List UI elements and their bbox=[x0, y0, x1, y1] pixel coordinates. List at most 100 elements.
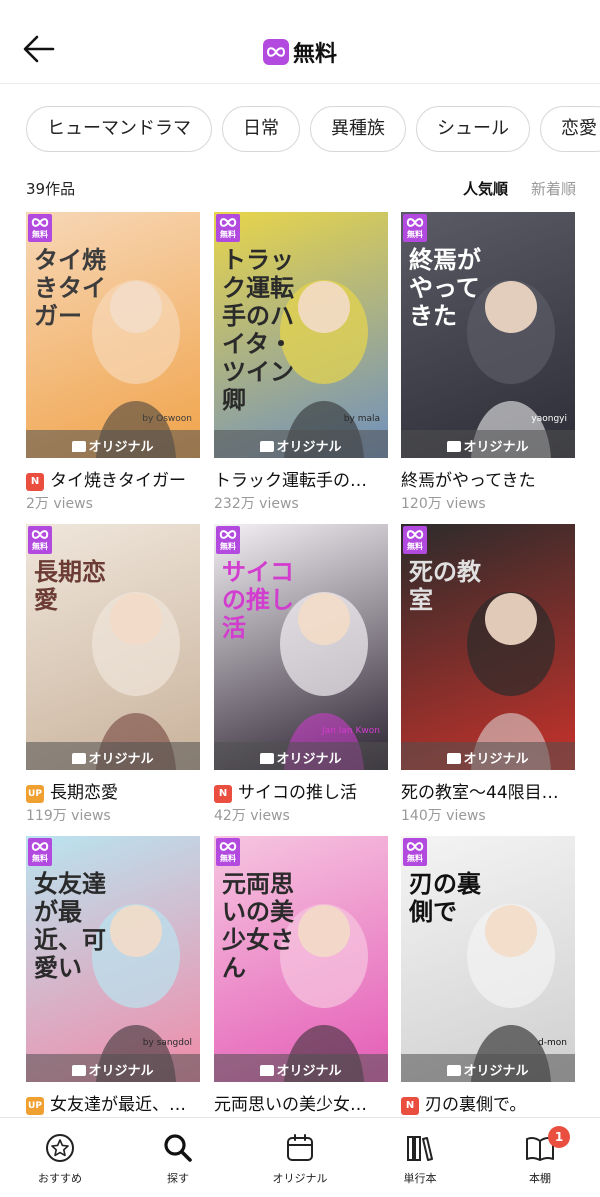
speech-bubble-icon bbox=[447, 1065, 462, 1076]
work-title[interactable]: N タイ焼きタイガー bbox=[26, 466, 212, 491]
nav-label: おすすめ bbox=[38, 1172, 82, 1185]
genre-chip-list[interactable]: ヒューマンドラマ 日常 異種族 シュール 恋愛 bbox=[26, 106, 600, 154]
work-title[interactable]: UP 長期恋愛 bbox=[26, 778, 212, 803]
cover-credit: by mala bbox=[343, 414, 380, 424]
cover-title-lettering: 死の教室 bbox=[409, 557, 481, 614]
infinity-icon bbox=[406, 218, 424, 227]
original-label-text: オリジナル bbox=[88, 752, 154, 767]
speech-bubble-icon bbox=[260, 1065, 275, 1076]
work-title[interactable]: N 刃の裏側で。 bbox=[401, 1090, 587, 1115]
work-title-text: 女友達が最近、… bbox=[50, 1095, 186, 1115]
work-cover[interactable]: 死の教室 無料 オリジナル bbox=[401, 524, 575, 770]
infinity-icon bbox=[31, 218, 49, 227]
original-bar: オリジナル bbox=[26, 1054, 200, 1082]
original-label-text: オリジナル bbox=[463, 1064, 529, 1079]
page-title-text: 無料 bbox=[292, 42, 337, 67]
cover-title-lettering: サイコの推し活 bbox=[222, 557, 294, 642]
original-bar: オリジナル bbox=[214, 742, 388, 770]
new-tag: N bbox=[26, 473, 44, 491]
work-title[interactable]: 死の教室～44限目… bbox=[401, 778, 587, 803]
work-cover[interactable]: 刃の裏側で d-mon 無料オリジナル bbox=[401, 836, 575, 1082]
original-bar: オリジナル bbox=[401, 1054, 575, 1082]
work-title[interactable]: トラック運転手の… bbox=[214, 466, 400, 491]
free-badge: 無料 bbox=[403, 838, 427, 866]
free-badge-label: 無料 bbox=[220, 230, 236, 239]
original-bar: オリジナル bbox=[26, 742, 200, 770]
free-badge: 無料 bbox=[216, 214, 240, 242]
infinity-icon bbox=[219, 842, 237, 851]
cover-title-lettering: タイ焼きタイガー bbox=[34, 245, 106, 330]
infinity-icon bbox=[219, 218, 237, 227]
infinity-icon bbox=[31, 842, 49, 851]
nav-item-recommend[interactable]: おすすめ bbox=[10, 1132, 110, 1186]
speech-bubble-icon bbox=[72, 1065, 87, 1076]
free-badge: 無料 bbox=[28, 214, 52, 242]
cover-title-lettering: 長期恋愛 bbox=[34, 557, 106, 614]
work-title-text: サイコの推し活 bbox=[238, 783, 357, 803]
speech-bubble-icon bbox=[260, 753, 275, 764]
cover-credit: yaongyi bbox=[531, 414, 567, 424]
original-label-text: オリジナル bbox=[463, 752, 529, 767]
work-cover[interactable]: 長期恋愛 無料オリジナル bbox=[26, 524, 200, 770]
work-title-text: 長期恋愛 bbox=[50, 783, 118, 803]
star-badge-icon bbox=[46, 1134, 74, 1162]
nav-label: オリジナル bbox=[272, 1172, 328, 1185]
original-label-text: オリジナル bbox=[88, 440, 154, 455]
free-badge-label: 無料 bbox=[220, 542, 236, 551]
work-title[interactable]: UP 女友達が最近、… bbox=[26, 1090, 212, 1115]
work-title[interactable]: 元両思いの美少女… bbox=[214, 1090, 400, 1115]
original-label: オリジナル bbox=[401, 436, 575, 455]
cover-title-lettering: 刃の裏側で bbox=[409, 869, 481, 926]
work-cover[interactable]: 終焉がやってきた yaongyi 無料オリジナル bbox=[401, 212, 575, 458]
nav-item-volumes[interactable]: 単行本 bbox=[370, 1132, 470, 1186]
nav-label: 本棚 bbox=[529, 1172, 551, 1185]
genre-chip[interactable]: シュール bbox=[416, 106, 530, 152]
update-tag: UP bbox=[26, 785, 44, 803]
work-views: 120万 views bbox=[401, 496, 486, 512]
free-badge: 無料 bbox=[28, 526, 52, 554]
work-title[interactable]: N サイコの推し活 bbox=[214, 778, 400, 803]
genre-chip[interactable]: 恋愛 bbox=[540, 106, 600, 152]
work-title[interactable]: 終焉がやってきた bbox=[401, 466, 587, 491]
work-cover[interactable]: トラック運転手のハイタ・ツイン卿 by mala 無料 オリジナル bbox=[214, 212, 388, 458]
speech-bubble-icon bbox=[447, 441, 462, 452]
work-title-text: 元両思いの美少女… bbox=[214, 1095, 367, 1115]
work-title-text: 終焉がやってきた bbox=[401, 471, 536, 491]
infinity-icon bbox=[31, 530, 49, 539]
nav-item-bookshelf[interactable]: 1 本棚 bbox=[490, 1126, 590, 1186]
notification-badge: 1 bbox=[548, 1126, 570, 1148]
free-badge-label: 無料 bbox=[32, 230, 48, 239]
original-label: オリジナル bbox=[26, 1060, 200, 1079]
nav-item-search[interactable]: 探す bbox=[128, 1132, 228, 1186]
work-cover[interactable]: タイ焼きタイガー by Oswoon 無料 オリジナル bbox=[26, 212, 200, 458]
genre-chip[interactable]: 日常 bbox=[222, 106, 300, 152]
cover-credit: d-mon bbox=[538, 1038, 567, 1048]
original-bar: オリジナル bbox=[401, 742, 575, 770]
original-label-text: オリジナル bbox=[276, 440, 342, 455]
cover-credit: Jan Ian Kwon bbox=[322, 726, 380, 736]
update-tag: UP bbox=[26, 1097, 44, 1115]
new-tag: N bbox=[401, 1097, 419, 1115]
nav-item-original[interactable]: オリジナル bbox=[250, 1132, 350, 1186]
speech-bubble-icon bbox=[72, 753, 87, 764]
work-views: 140万 views bbox=[401, 808, 486, 824]
genre-chip[interactable]: ヒューマンドラマ bbox=[26, 106, 212, 152]
free-badge: 無料 bbox=[216, 526, 240, 554]
work-cover[interactable]: 元両思いの美少女さん 無料 オリジナル bbox=[214, 836, 388, 1082]
cover-title-lettering: 終焉がやってきた bbox=[409, 245, 481, 330]
original-bar: オリジナル bbox=[26, 430, 200, 458]
nav-label: 単行本 bbox=[403, 1172, 437, 1185]
work-cover[interactable]: 女友達が最近、可愛い by sangdol 無料 オリジナル bbox=[26, 836, 200, 1082]
original-label: オリジナル bbox=[214, 1060, 388, 1079]
cover-credit: by sangdol bbox=[142, 1038, 192, 1048]
sort-popular-button[interactable]: 人気順 bbox=[463, 178, 508, 199]
free-badge: 無料 bbox=[216, 838, 240, 866]
page-title: 無料 bbox=[0, 36, 600, 68]
work-views: 2万 views bbox=[26, 496, 93, 512]
free-badge: 無料 bbox=[403, 214, 427, 242]
sort-new-button[interactable]: 新着順 bbox=[531, 178, 576, 199]
work-cover[interactable]: サイコの推し活 Jan Ian Kwon 無料オリジナル bbox=[214, 524, 388, 770]
free-badge-label: 無料 bbox=[407, 230, 423, 239]
genre-chip[interactable]: 異種族 bbox=[310, 106, 406, 152]
work-title-text: タイ焼きタイガー bbox=[50, 471, 186, 491]
